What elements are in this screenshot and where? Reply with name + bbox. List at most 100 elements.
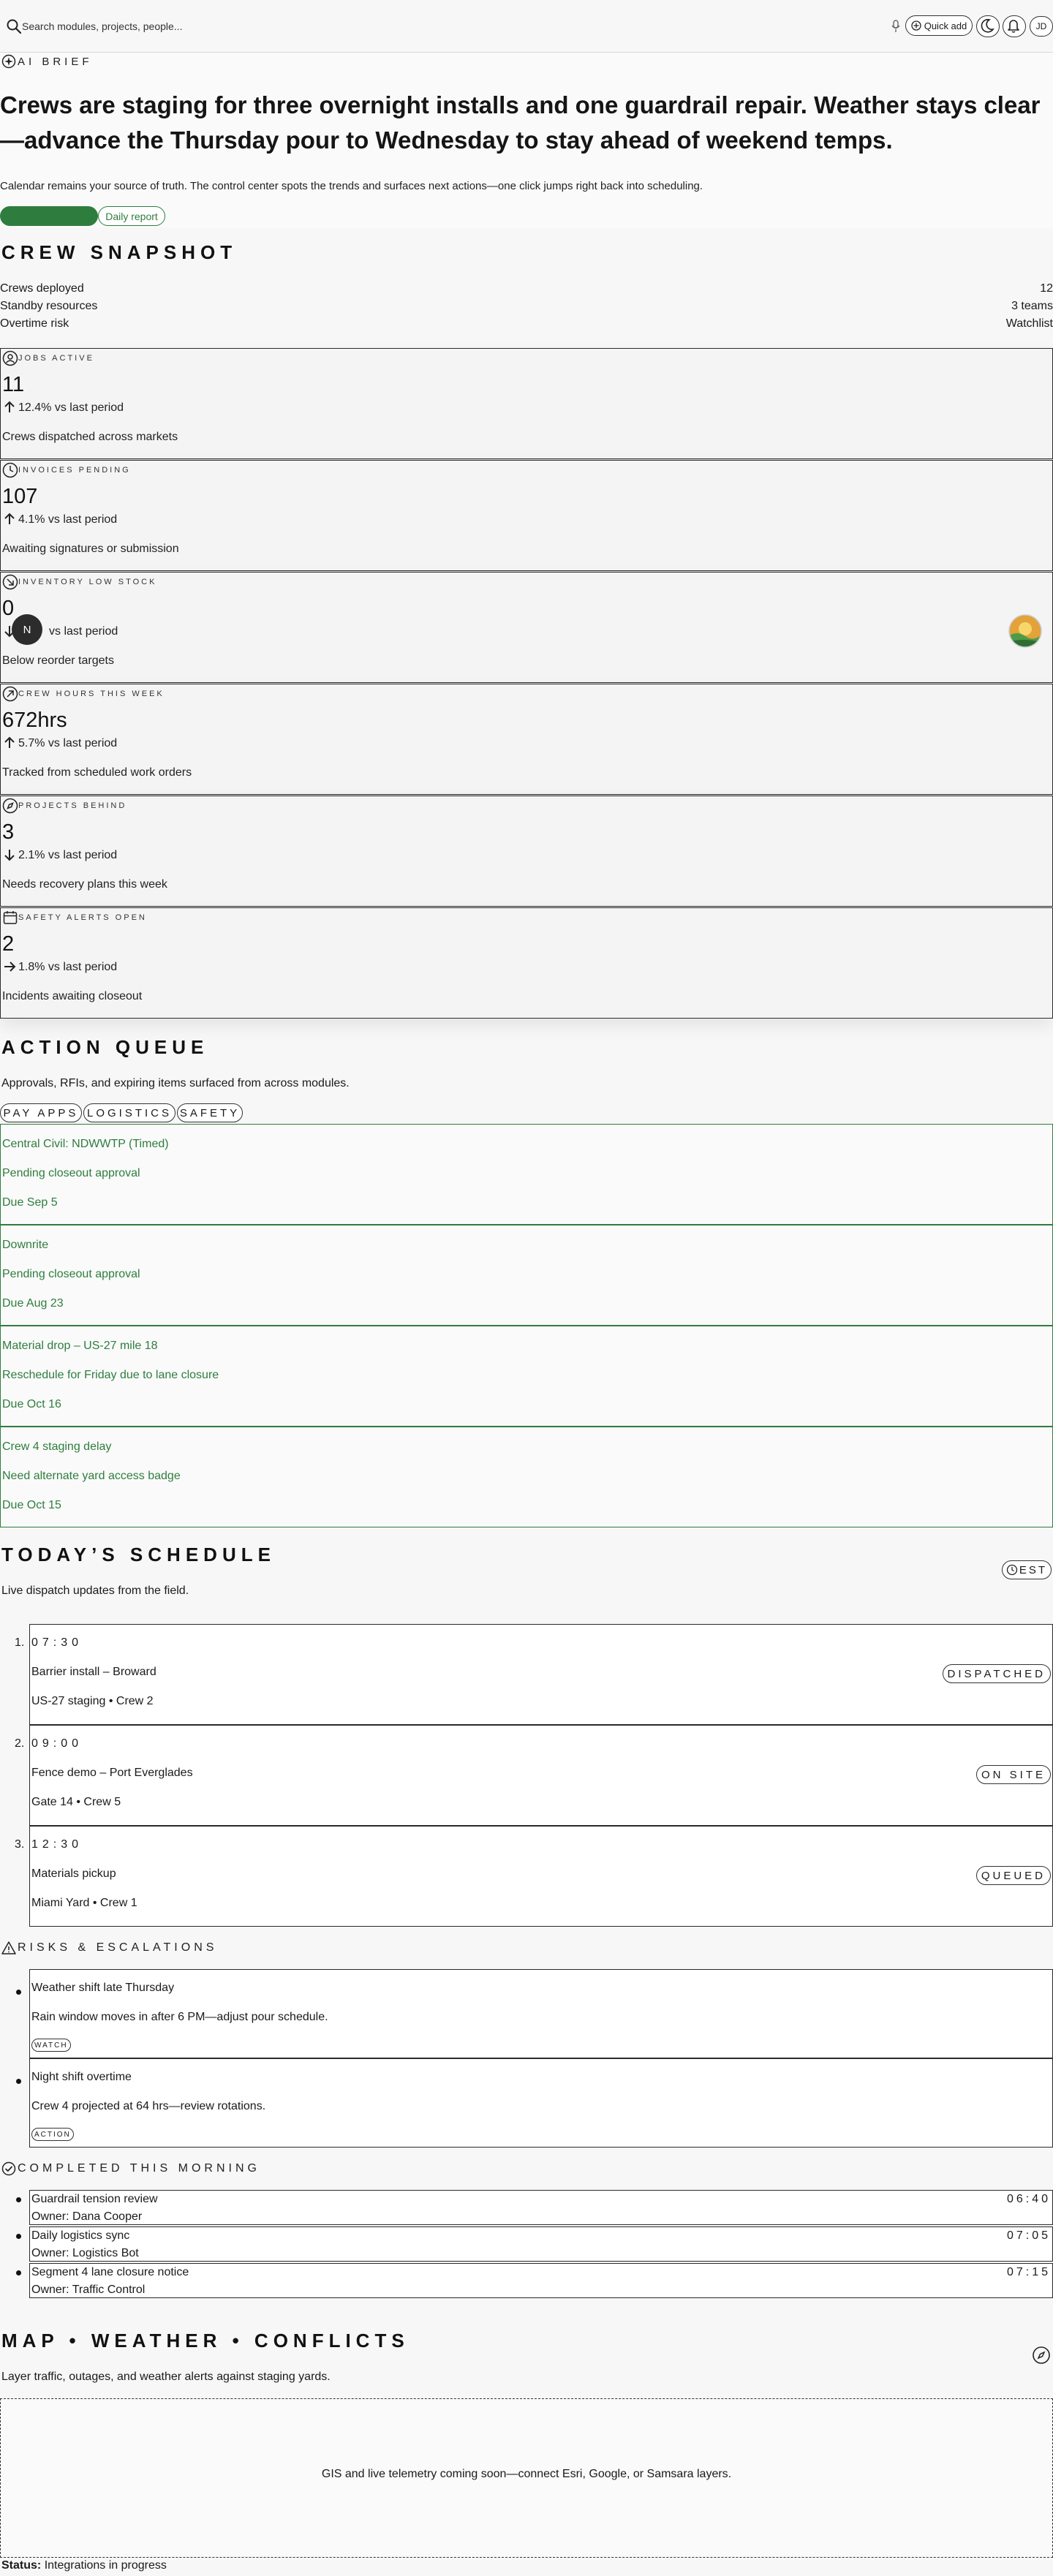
schedule-item[interactable]: 12:30 Materials pickup Miami Yard • Crew…: [29, 1826, 1053, 1927]
theme-toggle-button[interactable]: [976, 15, 1000, 37]
user-avatar[interactable]: JD: [1030, 16, 1053, 37]
moon-icon: [981, 18, 994, 33]
map-subtitle: Layer traffic, outages, and weather aler…: [1, 2371, 331, 2383]
schedule-title: TODAY’S SCHEDULE: [1, 1544, 276, 1565]
sparkle-icon: [1, 54, 16, 69]
schedule-item[interactable]: 09:00 Fence demo – Port Everglades Gate …: [29, 1725, 1053, 1826]
crew-row: Crews deployed 12: [0, 282, 1053, 295]
metric-card-invoices-pending[interactable]: INVOICES PENDING 107 4.1% vs last period…: [0, 460, 1053, 571]
calendar-icon: [3, 911, 18, 924]
completed-item[interactable]: Daily logistics sync Owner: Logistics Bo…: [29, 2226, 1053, 2262]
arrow-up-icon: [4, 736, 15, 748]
action-due-date: Due Oct 15: [2, 1499, 61, 1511]
clock-icon: [2, 462, 18, 478]
status-value: Integrations in progress: [44, 2559, 167, 2572]
list-bullet: [16, 2197, 21, 2202]
completed-item-owner: Owner: Dana Cooper: [31, 2210, 143, 2223]
metric-value: 3: [2, 820, 15, 844]
list-bullet: [16, 1990, 21, 1995]
metric-trend: 5.7% vs last period: [18, 737, 118, 749]
risk-item[interactable]: Night shift overtime Crew 4 projected at…: [29, 2058, 1053, 2148]
schedule-item[interactable]: 07:30 Barrier install – Broward US-27 st…: [29, 1624, 1053, 1725]
map-title: MAP • WEATHER • CONFLICTS: [1, 2330, 410, 2352]
metric-label: PROJECTS BEHIND: [18, 801, 127, 810]
risk-item[interactable]: Weather shift late Thursday Rain window …: [29, 1969, 1053, 2058]
schedule-item-meta: Gate 14 • Crew 5: [31, 1796, 121, 1808]
arrow-up-icon: [4, 401, 15, 412]
metric-value: 0: [2, 597, 15, 620]
metric-value: 672hrs: [2, 709, 67, 732]
tab-safety[interactable]: SAFETY: [177, 1103, 243, 1122]
metric-label: INVOICES PENDING: [18, 466, 131, 475]
metric-card-inventory-low-stock[interactable]: INVENTORY LOW STOCK 0 vs last period Bel…: [0, 572, 1053, 683]
metric-trend: 1.8% vs last period: [18, 961, 118, 973]
arrow-down-icon: [4, 850, 15, 861]
action-due-date: Due Oct 16: [2, 1398, 61, 1410]
microphone-icon[interactable]: [891, 20, 901, 33]
metric-label: SAFETY ALERTS OPEN: [18, 913, 147, 922]
metric-label: CREW HOURS THIS WEEK: [18, 690, 165, 698]
schedule-item-title: Barrier install – Broward: [31, 1666, 156, 1678]
action-queue-subtitle: Approvals, RFIs, and expiring items surf…: [1, 1077, 350, 1089]
warning-icon: [1, 1941, 16, 1954]
crew-snapshot-title: CREW SNAPSHOT: [1, 241, 238, 263]
status-line: Status: Integrations in progress: [1, 2559, 167, 2572]
brief-primary-button[interactable]: [0, 206, 98, 226]
notifications-button[interactable]: [1003, 15, 1026, 37]
schedule-time: 09:00: [31, 1737, 83, 1750]
risk-description: Rain window moves in after 6 PM—adjust p…: [31, 2011, 328, 2023]
arrow-down-right-circle-icon: [2, 574, 18, 590]
status-label: Status:: [1, 2559, 42, 2572]
schedule-item-title: Materials pickup: [31, 1867, 116, 1880]
profile-avatar[interactable]: [1008, 614, 1042, 648]
completed-item-title: Guardrail tension review: [31, 2193, 158, 2205]
brief-eyebrow: AI BRIEF: [18, 56, 93, 68]
crew-row-label: Overtime risk: [0, 317, 69, 330]
schedule-item-number: 3.: [15, 1838, 25, 1851]
daily-report-button[interactable]: Daily report: [98, 206, 165, 226]
action-item[interactable]: Downrite Pending closeout approval Due A…: [0, 1225, 1053, 1326]
metric-value: 11: [2, 373, 25, 396]
arrow-right-icon: [4, 962, 16, 972]
metric-trend: 4.1% vs last period: [18, 513, 118, 526]
tab-pay-apps[interactable]: PAY APPS: [0, 1103, 82, 1122]
action-detail: Pending closeout approval: [2, 1268, 140, 1280]
action-item[interactable]: Crew 4 staging delay Need alternate yard…: [0, 1427, 1053, 1527]
brief-headline: Crews are staging for three overnight in…: [0, 91, 1041, 154]
metric-card-jobs-active[interactable]: JOBS ACTIVE 11 12.4% vs last period Crew…: [0, 348, 1053, 459]
metric-card-safety-alerts[interactable]: SAFETY ALERTS OPEN 2 1.8% vs last period…: [0, 907, 1053, 1019]
floating-assistant-button[interactable]: N: [12, 614, 42, 645]
schedule-time: 12:30: [31, 1838, 83, 1851]
list-bullet: [16, 2234, 21, 2239]
arrow-up-icon: [4, 513, 15, 524]
metric-value: 107: [2, 485, 38, 508]
crew-row-value: 3 teams: [1011, 300, 1053, 312]
action-item[interactable]: Material drop – US-27 mile 18 Reschedule…: [0, 1326, 1053, 1427]
list-bullet: [16, 2079, 21, 2084]
crew-row: Standby resources 3 teams: [0, 300, 1053, 313]
metric-description: Crews dispatched across markets: [2, 431, 178, 443]
action-title: Downrite: [2, 1239, 49, 1251]
timezone-button[interactable]: EST: [1002, 1560, 1052, 1579]
status-badge: DISPATCHED: [942, 1664, 1051, 1683]
completed-item[interactable]: Guardrail tension review Owner: Dana Coo…: [29, 2190, 1053, 2225]
action-item[interactable]: Central Civil: NDWWTP (Timed) Pending cl…: [0, 1124, 1053, 1225]
metric-card-crew-hours[interactable]: CREW HOURS THIS WEEK 672hrs 5.7% vs last…: [0, 684, 1053, 795]
action-title: Crew 4 staging delay: [2, 1440, 112, 1453]
search-icon: [7, 19, 22, 34]
metric-trend: 2.1% vs last period: [18, 849, 118, 861]
search-input[interactable]: [22, 16, 892, 37]
completed-item-time: 07:15: [1006, 2266, 1051, 2278]
action-due-date: Due Sep 5: [2, 1196, 58, 1209]
arrow-up-right-circle-icon: [2, 686, 18, 702]
completed-title: COMPLETED THIS MORNING: [18, 2162, 260, 2175]
action-detail: Need alternate yard access badge: [2, 1470, 181, 1482]
quick-add-button[interactable]: Quick add: [905, 15, 973, 36]
compass-icon[interactable]: [1032, 2346, 1051, 2365]
map-placeholder-text: GIS and live telemetry coming soon—conne…: [321, 2468, 732, 2480]
completed-item-owner: Owner: Logistics Bot: [31, 2247, 139, 2259]
action-title: Central Civil: NDWWTP (Timed): [2, 1138, 169, 1150]
tab-logistics[interactable]: LOGISTICS: [83, 1103, 176, 1122]
metric-card-projects-behind[interactable]: PROJECTS BEHIND 3 2.1% vs last period Ne…: [0, 796, 1053, 907]
completed-item[interactable]: Segment 4 lane closure notice Owner: Tra…: [29, 2263, 1053, 2298]
